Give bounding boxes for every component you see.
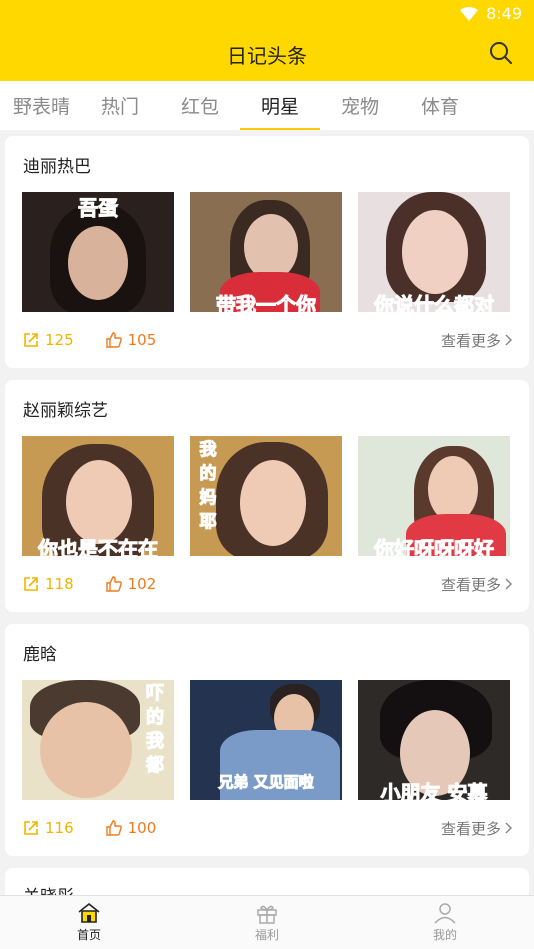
chevron-right-icon [505,822,513,834]
feed-card[interactable]: 鹿晗 吓的我都 兄弟 又见面啦 小朋友 安慕 116 100 查看更多 [5,624,529,856]
share-icon [24,821,38,835]
user-icon [434,903,456,924]
thumbs-up-icon [105,576,122,592]
tab-hot[interactable]: 热门 [80,81,160,130]
nav-home[interactable]: 首页 [0,896,178,949]
gif-thumbnail[interactable]: 你说什么都对 [358,192,510,312]
card-title: 赵丽颖综艺 [23,401,108,421]
view-more-link[interactable]: 查看更多 [441,330,513,351]
gif-thumbnail[interactable]: 吓的我都 [22,680,174,800]
gif-thumbnail[interactable]: 吾蛋 [22,192,174,312]
gif-thumbnail[interactable]: 我的妈耶 [190,436,342,556]
gif-thumbnail[interactable]: 兄弟 又见面啦 [190,680,342,800]
search-icon [490,42,512,64]
gif-thumbnail[interactable]: 你也是不在在 [22,436,174,556]
thumbs-up-icon [105,332,122,348]
like-count[interactable]: 100 [105,819,156,837]
gift-icon [257,905,277,924]
tab-pets[interactable]: 宠物 [320,81,400,130]
chevron-right-icon [505,334,513,346]
gif-thumbnail[interactable]: 你好呀呀呀好 [358,436,510,556]
chevron-right-icon [505,578,513,590]
feed-card[interactable]: 赵丽颖综艺 你也是不在在 我的妈耶 你好呀呀呀好 118 102 查看更多 [5,380,529,612]
share-icon [24,333,38,347]
app-header: 日记头条 [0,28,534,81]
thumbs-up-icon [105,820,122,836]
gif-thumbnail[interactable]: 小朋友 安慕 [358,680,510,800]
like-count[interactable]: 102 [105,575,156,593]
nav-me[interactable]: 我的 [356,896,534,949]
card-title: 迪丽热巴 [23,157,91,177]
status-bar: 8:49 [0,0,534,28]
gif-thumbnail[interactable]: 带我一个你 [190,192,342,312]
view-more-link[interactable]: 查看更多 [441,574,513,595]
status-time: 8:49 [486,4,522,23]
share-icon [24,577,38,591]
view-more-link[interactable]: 查看更多 [441,818,513,839]
like-count[interactable]: 105 [105,331,156,349]
nav-welfare[interactable]: 福利 [178,896,356,949]
share-count[interactable]: 118 [23,575,74,593]
card-title: 鹿晗 [23,645,57,665]
tab-redpacket[interactable]: 红包 [160,81,240,130]
category-tabs: 野表晴 热门 红包 明星 宠物 体育 [0,81,534,130]
tab-celebrity[interactable]: 明星 [240,81,320,130]
wifi-icon [460,6,479,21]
share-count[interactable]: 116 [23,819,74,837]
home-icon [78,902,100,923]
bottom-navigation: 首页 福利 我的 [0,895,534,949]
feed-card[interactable]: 迪丽热巴 吾蛋 带我一个你 你说什么都对 125 105 查看更多 [5,136,529,368]
tab-0[interactable]: 野表晴 [0,81,80,130]
tab-sports[interactable]: 体育 [400,81,480,130]
share-count[interactable]: 125 [23,331,74,349]
page-title: 日记头条 [227,44,307,68]
search-button[interactable] [488,40,514,66]
